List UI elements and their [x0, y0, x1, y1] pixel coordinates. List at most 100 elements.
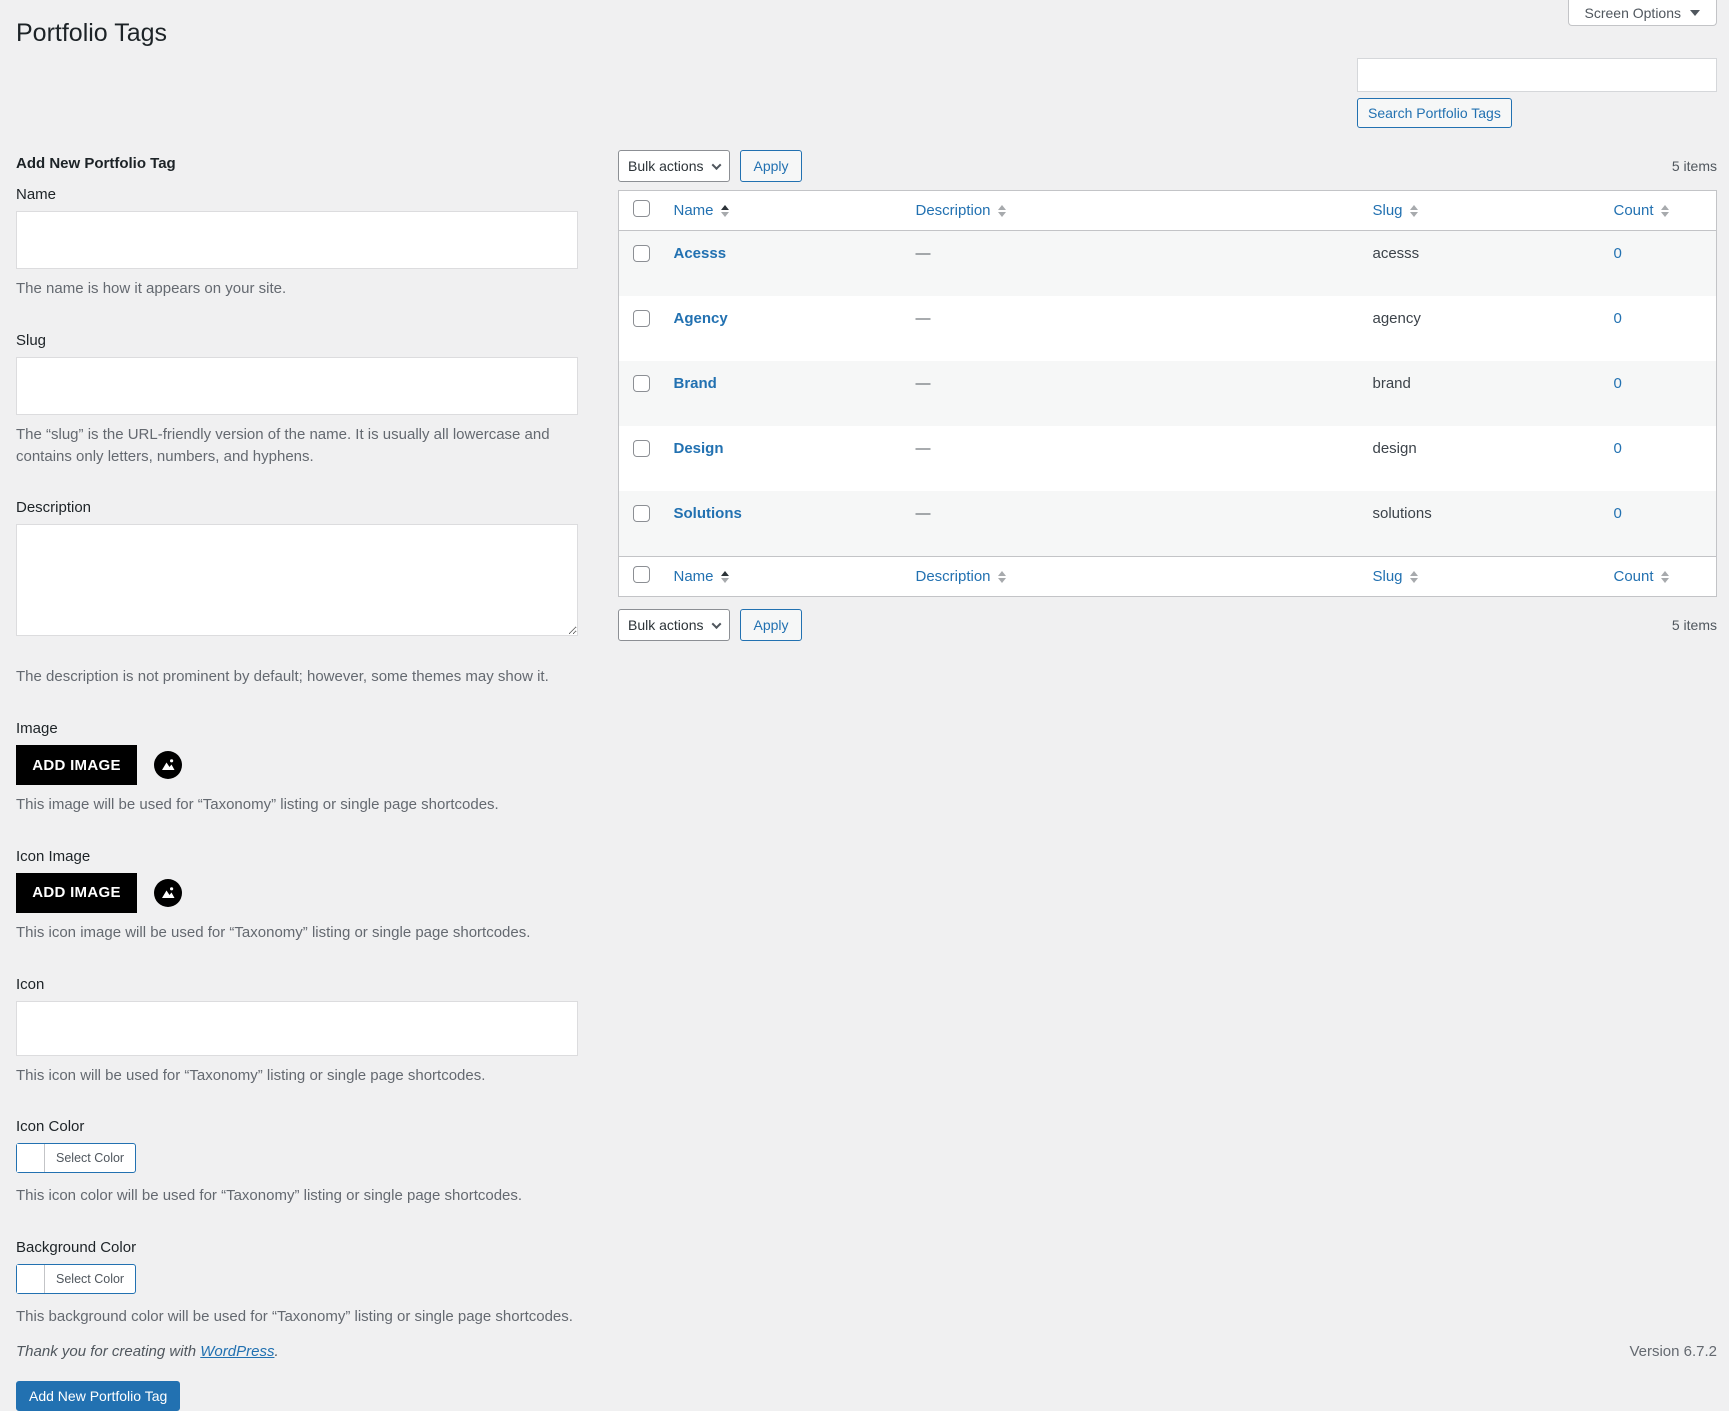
tag-description: —	[915, 375, 931, 392]
icon-color-select-button[interactable]: Select Color	[16, 1143, 137, 1174]
sort-by-description[interactable]: Description	[916, 202, 1006, 219]
tags-list-area: Search Portfolio Tags Bulk actions Apply…	[618, 48, 1717, 1411]
select-all-checkbox[interactable]	[633, 200, 650, 217]
tag-description: —	[915, 505, 931, 522]
select-color-label: Select Color	[56, 1151, 125, 1166]
tag-count-link[interactable]: 0	[1614, 310, 1622, 327]
sort-indicator-icon	[720, 204, 729, 217]
icon-image-control-row: ADD IMAGE	[16, 872, 578, 913]
slug-help: The “slug” is the URL-friendly version o…	[16, 425, 550, 465]
table-header-row: Name Description Slug Count	[618, 190, 1717, 231]
tag-name-link[interactable]: Solutions	[674, 505, 742, 522]
color-swatch	[17, 1144, 45, 1173]
image-icon	[154, 878, 182, 907]
tablenav-top: Bulk actions Apply 5 items	[618, 150, 1717, 182]
image-icon	[154, 751, 182, 779]
description-label: Description	[16, 499, 92, 517]
select-all-checkbox[interactable]	[633, 566, 650, 583]
tag-slug: solutions	[1372, 505, 1432, 522]
tag-name-link[interactable]: Acesss	[674, 245, 727, 262]
add-new-portfolio-tag-button[interactable]: Add New Portfolio Tag	[16, 1380, 181, 1411]
image-help: This image will be used for “Taxonomy” l…	[16, 796, 499, 813]
sort-indicator-icon	[997, 570, 1006, 583]
icon-color-help: This icon color will be used for “Taxono…	[16, 1187, 523, 1205]
table-row: Design — design 0	[619, 426, 1717, 491]
color-swatch	[17, 1265, 45, 1293]
page-title: Portfolio Tags	[16, 19, 168, 47]
sort-indicator-icon	[1660, 570, 1669, 583]
icon-color-label: Icon Color	[16, 1118, 85, 1136]
footer-thanks: Thank you for creating with WordPress.	[16, 1343, 279, 1360]
bulk-actions-select[interactable]: Bulk actions	[618, 609, 731, 641]
chevron-down-icon	[712, 618, 722, 629]
tag-slug: agency	[1372, 310, 1421, 327]
icon-image-help: This icon image will be used for “Taxono…	[16, 923, 531, 941]
tag-count-link[interactable]: 0	[1614, 440, 1622, 457]
sort-by-description[interactable]: Description	[916, 568, 1006, 585]
bulk-actions-select[interactable]: Bulk actions	[618, 150, 731, 182]
form-heading: Add New Portfolio Tag	[16, 155, 176, 172]
row-checkbox[interactable]	[633, 505, 650, 522]
tablenav-bottom: Bulk actions Apply 5 items	[618, 609, 1717, 641]
name-input[interactable]	[16, 211, 578, 269]
tag-slug: acesss	[1372, 245, 1420, 262]
tag-name-link[interactable]: Agency	[674, 310, 728, 327]
background-color-label: Background Color	[16, 1239, 137, 1256]
tag-slug: design	[1372, 440, 1417, 457]
tag-count-link[interactable]: 0	[1614, 375, 1622, 392]
row-checkbox[interactable]	[633, 310, 650, 327]
wordpress-link[interactable]: WordPress	[200, 1343, 274, 1360]
screen-options-button[interactable]: Screen Options	[1567, 0, 1717, 26]
screen-options-label: Screen Options	[1584, 4, 1682, 21]
bulk-actions-label: Bulk actions	[628, 158, 704, 174]
icon-input[interactable]	[16, 1000, 578, 1056]
slug-label: Slug	[16, 331, 47, 349]
select-color-label: Select Color	[56, 1272, 125, 1286]
icon-image-label: Icon Image	[16, 847, 91, 865]
description-help: The description is not prominent by defa…	[16, 668, 549, 686]
table-row: Agency — agency 0	[619, 296, 1717, 361]
portfolio-tags-page: Portfolio Tags Screen Options Add New Po…	[0, 0, 1729, 1411]
items-count: 5 items	[1671, 158, 1717, 174]
add-tag-form: Add New Portfolio Tag Name The name is h…	[16, 48, 578, 1411]
bulk-actions-label: Bulk actions	[628, 617, 704, 633]
sort-indicator-icon	[997, 204, 1006, 217]
content-area: Add New Portfolio Tag Name The name is h…	[16, 48, 1717, 1411]
table-row: Brand — brand 0	[618, 361, 1717, 426]
sort-by-slug[interactable]: Slug	[1373, 568, 1418, 585]
admin-footer: Thank you for creating with WordPress. V…	[16, 1343, 1717, 1360]
search-portfolio-tags-button[interactable]: Search Portfolio Tags	[1357, 98, 1512, 128]
table-row: Acesss — acesss 0	[618, 230, 1717, 296]
tag-count-link[interactable]: 0	[1614, 505, 1622, 522]
chevron-down-icon	[712, 159, 722, 170]
tag-name-link[interactable]: Design	[674, 440, 724, 457]
add-image-button[interactable]: ADD IMAGE	[16, 745, 137, 785]
apply-button[interactable]: Apply	[740, 609, 802, 641]
tag-count-link[interactable]: 0	[1614, 245, 1622, 262]
slug-input[interactable]	[16, 356, 578, 415]
name-help: The name is how it appears on your site.	[16, 280, 287, 297]
row-checkbox[interactable]	[633, 375, 650, 392]
apply-button[interactable]: Apply	[740, 150, 802, 182]
add-icon-image-button[interactable]: ADD IMAGE	[16, 872, 137, 913]
row-checkbox[interactable]	[633, 440, 650, 457]
icon-label: Icon	[16, 975, 45, 993]
tag-slug: brand	[1372, 375, 1411, 392]
background-color-select-button[interactable]: Select Color	[16, 1264, 137, 1294]
tag-name-link[interactable]: Brand	[674, 375, 717, 392]
sort-by-count[interactable]: Count	[1614, 568, 1669, 585]
sort-indicator-icon	[720, 570, 729, 583]
description-textarea[interactable]	[16, 524, 578, 637]
table-row: Solutions — solutions 0	[618, 491, 1717, 557]
sort-by-slug[interactable]: Slug	[1373, 202, 1418, 219]
background-color-help: This background color will be used for “…	[16, 1308, 573, 1325]
sort-by-count[interactable]: Count	[1614, 202, 1669, 219]
sort-indicator-icon	[1409, 204, 1418, 217]
footer-version: Version 6.7.2	[1629, 1343, 1717, 1360]
icon-help: This icon will be used for “Taxonomy” li…	[16, 1066, 486, 1084]
image-label: Image	[16, 720, 58, 737]
sort-by-name[interactable]: Name	[674, 568, 729, 585]
row-checkbox[interactable]	[633, 245, 650, 262]
sort-by-name[interactable]: Name	[674, 202, 729, 219]
search-input[interactable]	[1357, 58, 1717, 92]
